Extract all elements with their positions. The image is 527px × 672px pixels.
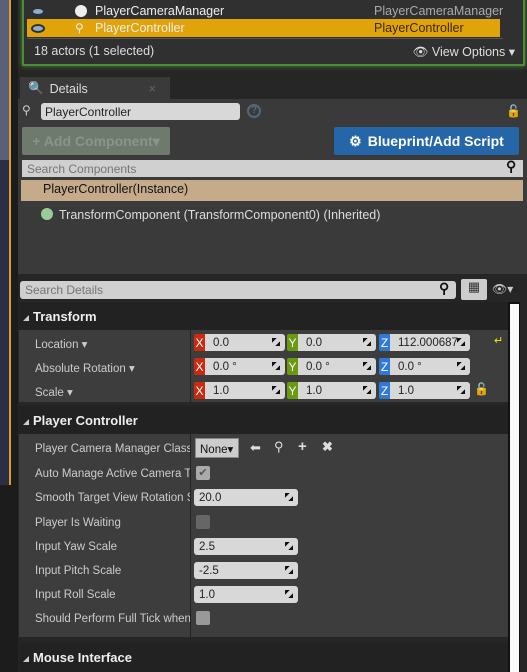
rotation-label[interactable]: Absolute Rotation ▾: [35, 361, 190, 375]
full-tick-row: Should Perform Full Tick when Paused: [35, 613, 190, 625]
tab-details[interactable]: 🔍 Details ×: [20, 77, 170, 100]
player-waiting-row: Player Is Waiting: [35, 517, 121, 529]
transform-component-row[interactable]: TransformComponent (TransformComponent0)…: [59, 208, 380, 222]
actor-name-input[interactable]: PlayerController: [41, 103, 240, 120]
smooth-rotation-input[interactable]: 20.0: [194, 489, 298, 506]
camera-manager-icon: [75, 5, 87, 17]
view-options-button[interactable]: 👁 View Options ▾: [412, 44, 515, 60]
rotation-z-input[interactable]: 0.0 °: [390, 358, 470, 375]
actor-count: 18 actors (1 selected): [34, 44, 155, 58]
pitch-input[interactable]: -2.5: [194, 562, 298, 579]
yaw-input[interactable]: 2.5: [194, 538, 298, 555]
actor-icon: ⚲: [22, 103, 31, 117]
scene-component-icon: [41, 208, 53, 220]
lock-icon[interactable]: 🔓: [506, 104, 521, 118]
controller-icon: ⚲: [75, 21, 84, 35]
location-label[interactable]: Location ▾: [35, 337, 190, 351]
world-outliner: PlayerCameraManager PlayerCameraManager …: [22, 0, 525, 66]
add-component-button[interactable]: + Add Component ▾: [22, 127, 170, 155]
roll-input[interactable]: 1.0: [194, 586, 298, 603]
help-icon[interactable]: ?: [247, 104, 261, 118]
location-y-input[interactable]: 0.0: [298, 334, 376, 351]
column-splitter[interactable]: [190, 406, 191, 672]
scale-y-input[interactable]: 1.0: [298, 382, 376, 399]
search-details-input[interactable]: [20, 281, 456, 299]
clear-x-icon[interactable]: ✖: [322, 439, 333, 455]
search-components-input[interactable]: [22, 160, 523, 177]
use-selected-arrow-icon[interactable]: ⬅: [250, 440, 261, 456]
reset-to-default-icon[interactable]: ↵: [494, 334, 503, 347]
browse-search-icon[interactable]: ⚲: [274, 439, 284, 455]
scale-x-input[interactable]: 1.0: [205, 382, 285, 399]
rotation-y-input[interactable]: 0.0 °: [298, 358, 376, 375]
details-icon: 🔍: [28, 81, 44, 95]
location-z-input[interactable]: 112.000687: [390, 334, 470, 351]
scale-lock-icon[interactable]: 🔓: [474, 382, 489, 396]
eye-icon: 👁: [412, 45, 432, 59]
auto-manage-checkbox[interactable]: ✔: [196, 466, 210, 480]
scale-label[interactable]: Scale ▾: [35, 385, 190, 399]
gears-icon: ⚙: [349, 132, 362, 149]
location-x-input[interactable]: 0.0: [205, 334, 285, 351]
category-player-controller[interactable]: Player Controller: [19, 406, 508, 434]
search-icon: ⚲: [506, 158, 517, 174]
camera-manager-class-row: Player Camera Manager Class: [35, 443, 190, 455]
camera-manager-class-dropdown[interactable]: None▾: [195, 438, 239, 458]
column-splitter[interactable]: [190, 302, 191, 402]
search-icon: ⚲: [439, 280, 450, 296]
scale-z-input[interactable]: 1.0: [390, 382, 470, 399]
create-plus-icon[interactable]: +: [298, 438, 307, 455]
visibility-eye-icon[interactable]: [31, 23, 45, 33]
auto-manage-row: Auto Manage Active Camera Target: [35, 468, 190, 480]
view-options-eye-icon[interactable]: 👁▾: [492, 282, 513, 296]
visibility-eye-icon[interactable]: [31, 6, 45, 16]
rotation-x-input[interactable]: 0.0 °: [205, 358, 285, 375]
viewport-lower[interactable]: [0, 160, 11, 485]
category-mouse-interface[interactable]: Mouse Interface: [19, 643, 508, 672]
scrollbar-thumb[interactable]: [510, 304, 519, 672]
player-waiting-checkbox[interactable]: [196, 515, 210, 529]
category-transform[interactable]: Transform: [19, 302, 508, 330]
blueprint-add-script-button[interactable]: ⚙ Blueprint/Add Script: [334, 127, 519, 155]
full-tick-checkbox[interactable]: [196, 611, 210, 625]
outliner-row[interactable]: PlayerCameraManager PlayerCameraManager: [27, 2, 503, 20]
viewport[interactable]: [0, 0, 11, 160]
outliner-row-selected[interactable]: ⚲ PlayerController PlayerController: [27, 19, 500, 37]
component-instance-row[interactable]: PlayerController(Instance): [21, 180, 523, 201]
property-matrix-button[interactable]: ▦: [461, 279, 487, 300]
close-tab-icon[interactable]: ×: [149, 82, 156, 96]
